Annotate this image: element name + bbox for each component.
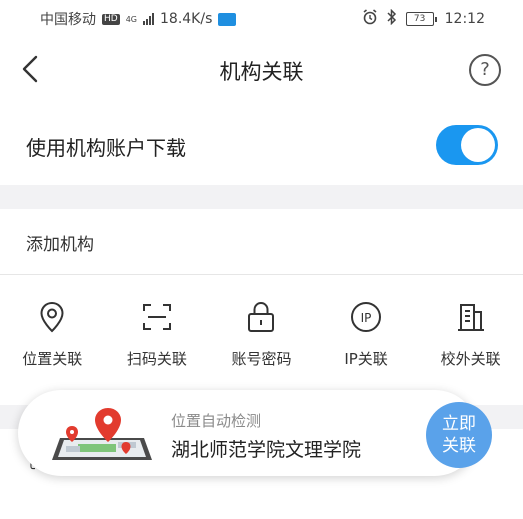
option-ip[interactable]: IP IP关联 <box>314 300 419 380</box>
alarm-icon <box>362 9 378 29</box>
lock-icon <box>248 302 275 332</box>
hd-badge: HD <box>102 13 120 25</box>
option-label: 账号密码 <box>231 350 292 368</box>
association-options: 位置关联 扫码关联 账号密码 IP IP关联 校外关联 <box>0 300 523 380</box>
carrier-name: 中国移动 <box>40 12 96 28</box>
account-download-label: 使用机构账户下载 <box>26 136 186 160</box>
option-scan[interactable]: 扫码关联 <box>105 300 210 380</box>
detected-institution-name: 湖北师范学院文理学院 <box>171 439 362 461</box>
page-title: 机构关联 <box>219 60 304 84</box>
option-location[interactable]: 位置关联 <box>0 300 105 380</box>
building-icon <box>457 304 484 331</box>
clock: 12:12 <box>444 11 485 27</box>
svg-text:IP: IP <box>361 311 372 325</box>
option-label: 扫码关联 <box>126 350 187 368</box>
associate-now-button[interactable]: 立即 关联 <box>426 402 492 468</box>
associate-now-line2: 关联 <box>442 436 476 456</box>
section-gap <box>0 185 523 209</box>
battery-icon: 73 <box>405 12 437 26</box>
map-location-illustration <box>52 408 152 460</box>
cmcc-app-icon <box>218 12 237 26</box>
option-offcampus[interactable]: 校外关联 <box>418 300 523 380</box>
status-bar: 中国移动 HD 4G 18.4K/s 73 12:12 <box>0 0 523 36</box>
option-password[interactable]: 账号密码 <box>209 300 314 380</box>
account-download-toggle[interactable] <box>436 125 498 165</box>
battery-level: 73 <box>405 12 434 26</box>
status-left: 中国移动 HD 4G 18.4K/s <box>40 9 237 29</box>
divider <box>0 274 523 275</box>
ip-icon: IP <box>351 302 382 332</box>
option-label: 位置关联 <box>22 350 83 368</box>
network-type: 4G <box>125 14 137 24</box>
location-detect-popover: 位置自动检测 湖北师范学院文理学院 立即 关联 <box>18 390 492 476</box>
scan-icon <box>142 304 171 330</box>
location-detect-subtitle: 位置自动检测 <box>171 412 262 430</box>
associate-now-line1: 立即 <box>442 414 476 434</box>
help-icon[interactable]: ? <box>469 54 501 86</box>
status-right: 73 12:12 <box>362 8 485 29</box>
signal-icon <box>143 13 154 25</box>
nav-bar: 机构关联 ? <box>0 40 523 100</box>
account-download-row: 使用机构账户下载 <box>0 108 523 182</box>
bluetooth-icon <box>386 8 398 29</box>
network-speed: 18.4K/s <box>160 11 213 27</box>
toggle-knob <box>461 128 495 162</box>
option-label: IP关联 <box>344 350 388 368</box>
add-institution-title: 添加机构 <box>26 235 94 255</box>
option-label: 校外关联 <box>440 350 501 368</box>
location-pin-icon <box>40 301 64 333</box>
